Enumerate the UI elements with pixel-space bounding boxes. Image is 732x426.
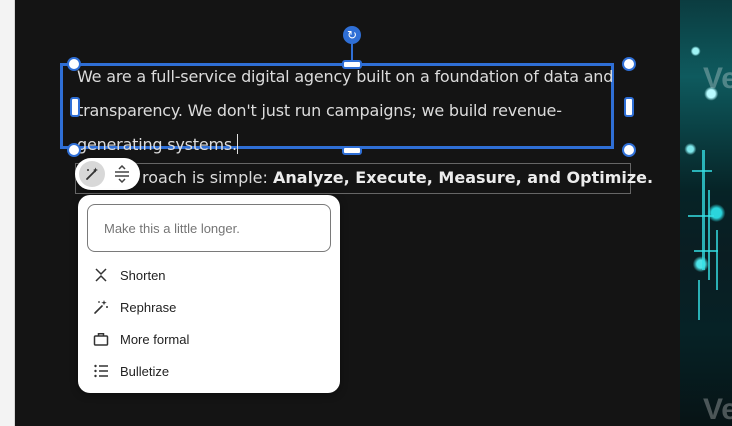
image-ghost-text-bottom: Ve [702, 393, 732, 426]
shorten-icon [92, 266, 110, 284]
resize-handle-bottom[interactable] [342, 146, 362, 155]
resize-handle-right[interactable] [624, 97, 634, 117]
approach-text[interactable]: roach is simple: Analyze, Execute, Measu… [76, 168, 653, 187]
bullet-list-icon [92, 362, 110, 380]
resize-handle-bottom-right[interactable] [622, 143, 636, 157]
menu-item-label: Bulletize [120, 363, 170, 379]
menu-item-bulletize[interactable]: Bulletize [78, 355, 340, 387]
menu-item-label: Shorten [120, 267, 166, 283]
resize-handle-left[interactable] [70, 97, 80, 117]
resize-handle-top[interactable] [342, 60, 362, 69]
menu-item-more-formal[interactable]: More formal [78, 323, 340, 355]
menu-item-label: More formal [120, 331, 190, 347]
line-spacing-button[interactable] [109, 161, 135, 187]
magic-wand-icon [86, 167, 98, 180]
menu-item-shorten[interactable]: Shorten [78, 259, 340, 291]
textbox-paragraph[interactable]: We are a full-service digital agency bui… [77, 67, 618, 154]
sparkle-wand-icon [92, 298, 110, 316]
mini-toolbar [75, 158, 140, 190]
approach-bold: Analyze, Execute, Measure, and Optimize. [273, 168, 654, 187]
prompt-input[interactable] [87, 204, 331, 252]
help-me-write-button[interactable] [79, 161, 105, 187]
resize-handle-top-left[interactable] [67, 57, 81, 71]
slide-panel-gutter [0, 0, 15, 426]
line-spacing-icon [115, 165, 129, 183]
menu-item-label: Rephrase [120, 299, 177, 315]
slide-image-circuit[interactable]: Ve Ve [680, 0, 732, 426]
approach-prefix: roach is simple: [142, 168, 273, 187]
help-me-write-panel: Shorten Rephrase More formal [78, 195, 340, 393]
rotate-handle-icon[interactable]: ↻ [343, 26, 361, 44]
text-cursor [236, 134, 238, 154]
resize-handle-bottom-left[interactable] [67, 143, 81, 157]
resize-handle-top-right[interactable] [622, 57, 636, 71]
briefcase-icon [92, 330, 110, 348]
menu-item-rephrase[interactable]: Rephrase [78, 291, 340, 323]
image-ghost-text-top: Ve [702, 62, 732, 95]
